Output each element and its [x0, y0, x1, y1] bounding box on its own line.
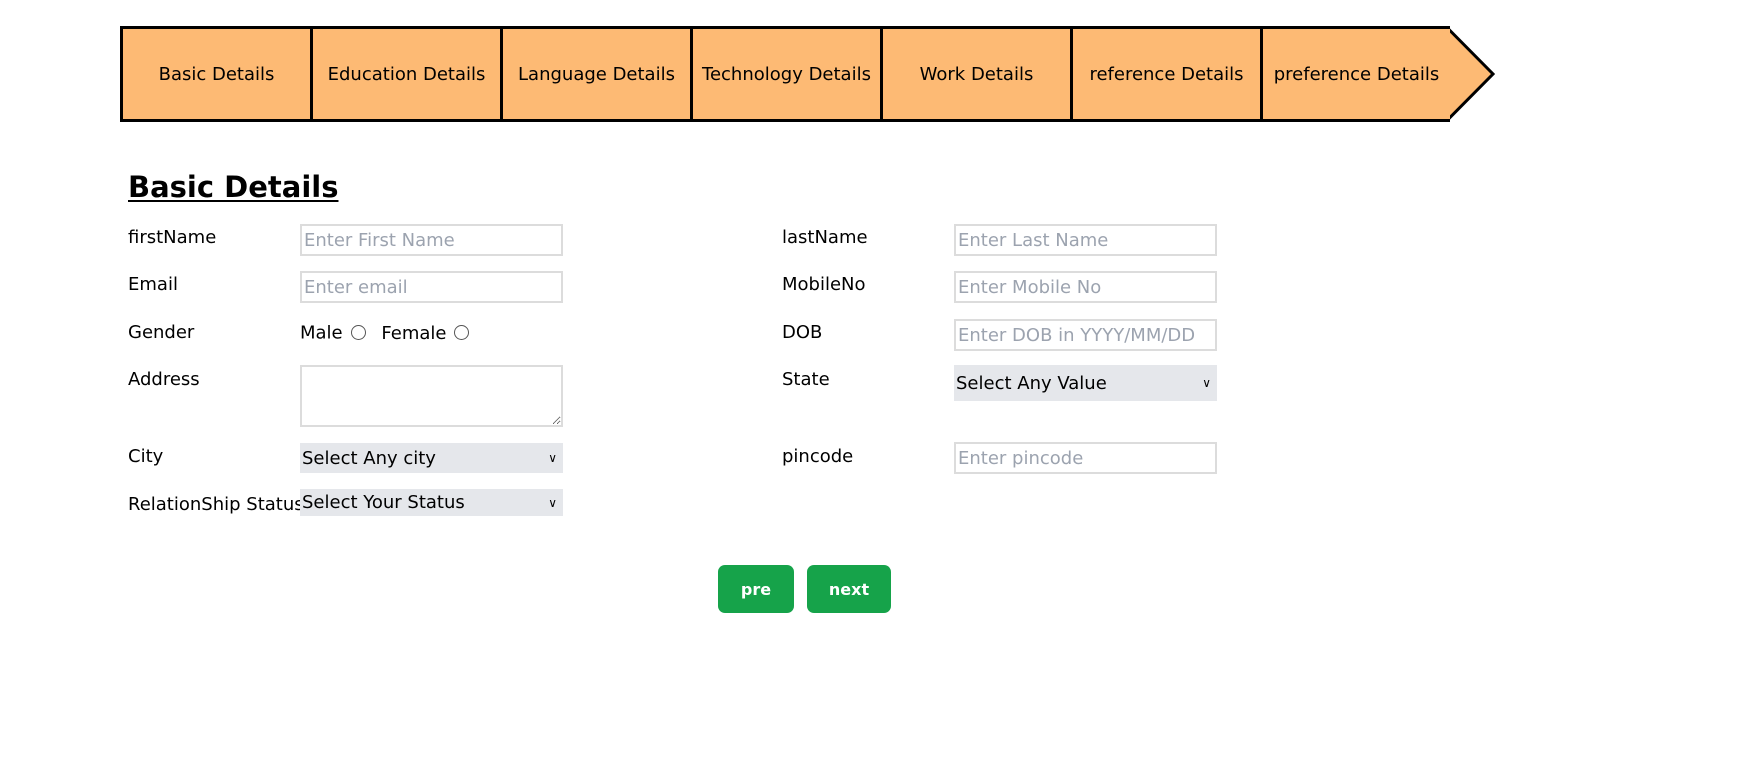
last-name-label: lastName [782, 227, 868, 248]
last-name-input[interactable] [954, 224, 1217, 256]
first-name-input[interactable] [300, 224, 563, 256]
state-select[interactable]: Select Any Value ∨ [954, 365, 1217, 401]
step-education-details[interactable]: Education Details [310, 26, 500, 122]
pre-button[interactable]: pre [718, 565, 794, 613]
city-select[interactable]: Select Any city ∨ [300, 443, 563, 473]
chevron-down-icon: ∨ [548, 451, 557, 465]
chevron-down-icon: ∨ [1202, 376, 1211, 390]
address-label: Address [128, 369, 200, 390]
step-progress-bar: Basic Details Education Details Language… [120, 26, 1495, 122]
email-label: Email [128, 274, 178, 295]
city-select-value: Select Any city [302, 447, 436, 469]
step-preference-details[interactable]: preference Details [1260, 26, 1450, 122]
gender-female-label: Female [381, 322, 447, 344]
address-textarea[interactable] [300, 365, 563, 427]
state-label: State [782, 369, 830, 390]
relationship-label: RelationShip Status [128, 494, 304, 515]
next-button[interactable]: next [807, 565, 891, 613]
step-technology-details[interactable]: Technology Details [690, 26, 880, 122]
gender-male-label: Male [300, 322, 343, 344]
dob-input[interactable] [954, 319, 1217, 351]
state-select-value: Select Any Value [956, 372, 1107, 394]
relationship-select-value: Select Your Status [302, 492, 465, 513]
gender-female-radio[interactable] [454, 324, 470, 340]
dob-label: DOB [782, 322, 823, 343]
city-label: City [128, 446, 164, 467]
gender-label: Gender [128, 322, 195, 343]
gender-male-radio[interactable] [350, 324, 366, 340]
step-reference-details[interactable]: reference Details [1070, 26, 1260, 122]
mobile-input[interactable] [954, 271, 1217, 303]
pincode-label: pincode [782, 446, 854, 467]
step-basic-details[interactable]: Basic Details [120, 26, 310, 122]
email-input[interactable] [300, 271, 563, 303]
first-name-label: firstName [128, 227, 217, 248]
step-work-details[interactable]: Work Details [880, 26, 1070, 122]
chevron-down-icon: ∨ [548, 495, 557, 510]
gender-radio-group: Male Female [300, 322, 473, 344]
step-language-details[interactable]: Language Details [500, 26, 690, 122]
step-arrow-icon [1447, 26, 1495, 122]
relationship-select[interactable]: Select Your Status ∨ [300, 489, 563, 516]
pincode-input[interactable] [954, 442, 1217, 474]
mobile-label: MobileNo [782, 274, 866, 295]
page-title: Basic Details [128, 170, 339, 204]
